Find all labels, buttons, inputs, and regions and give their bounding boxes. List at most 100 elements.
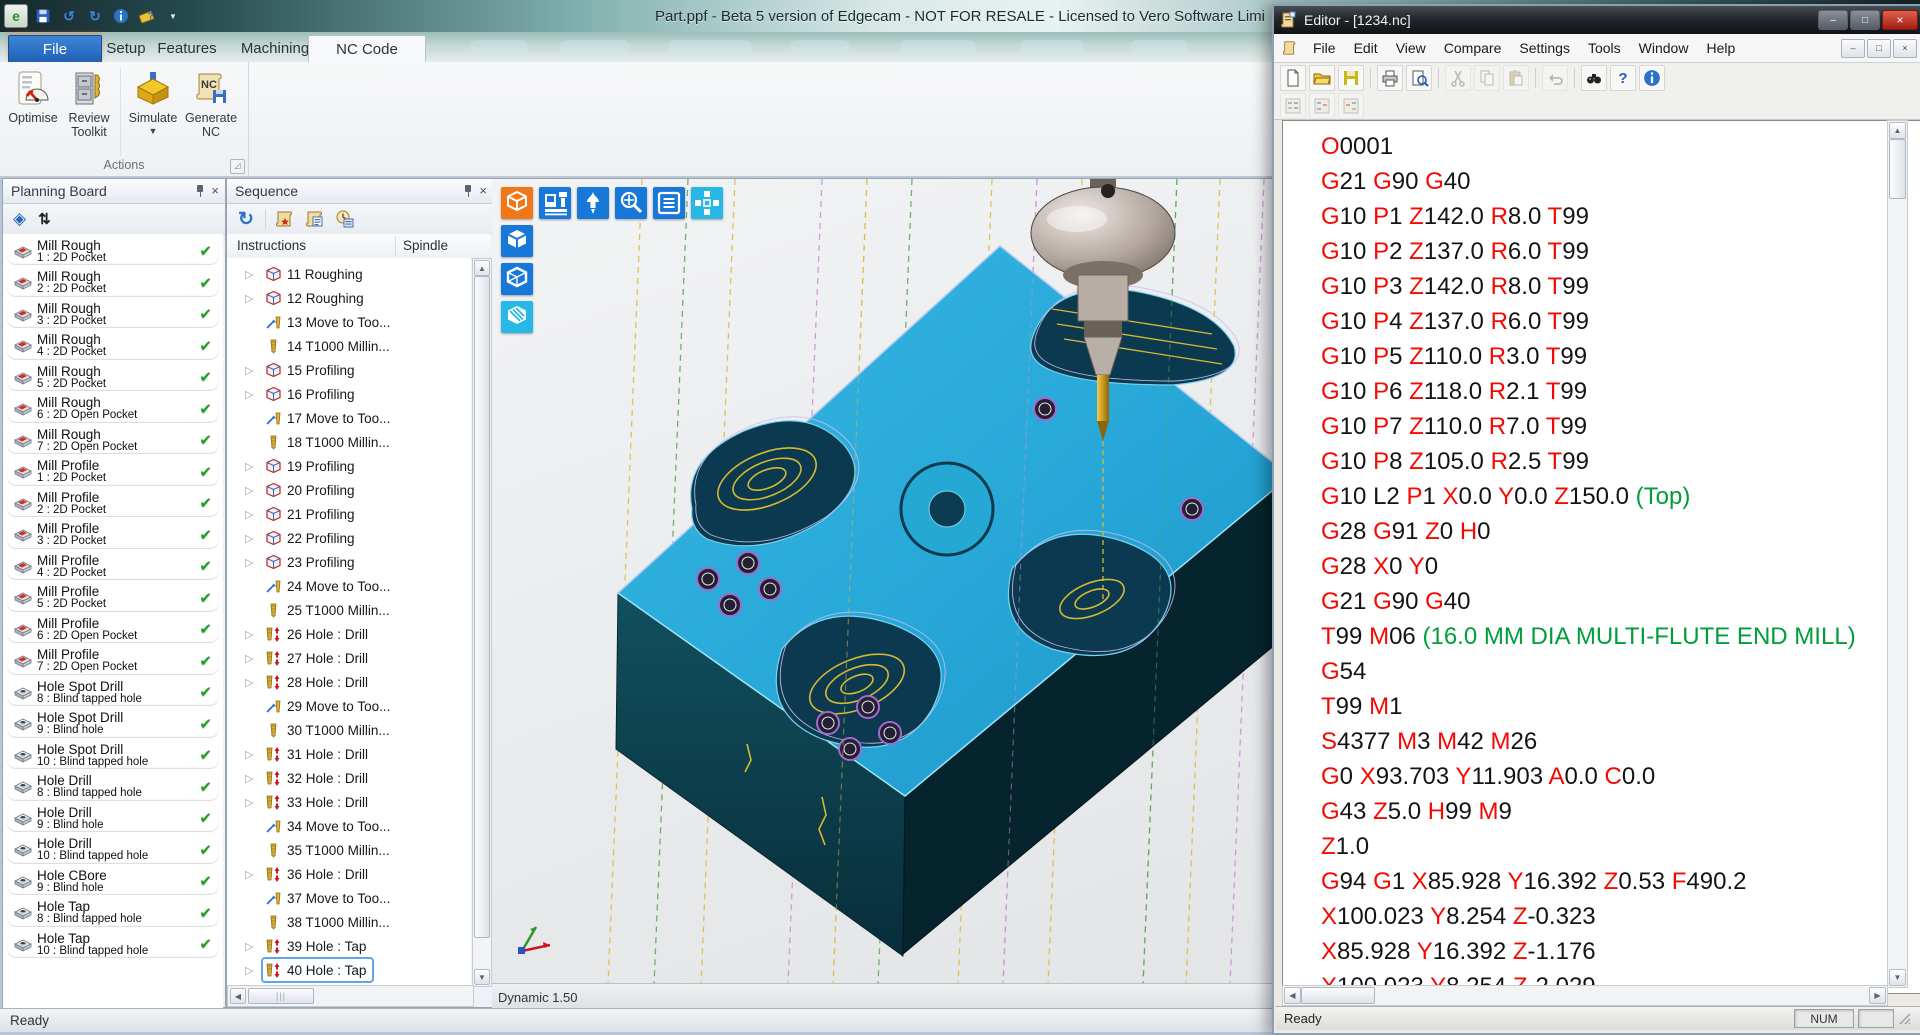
expand-icon[interactable]: ▷ [245,388,261,401]
sequence-item[interactable]: ▷ 30 T1000 Millin... [227,718,471,742]
close-icon[interactable]: × [1882,10,1918,30]
sequence-item[interactable]: ▷ 24 Move to Too... [227,574,471,598]
pin-icon[interactable] [195,185,205,197]
mdi-close-icon[interactable]: × [1893,39,1917,58]
generate-nc-button[interactable]: NC Generate NC [184,66,238,154]
close-icon[interactable]: × [479,185,487,197]
operation-item[interactable]: Mill Rough 6 : 2D Open Pocket ✔ [7,395,219,423]
edgecam-logo-icon[interactable]: e [4,4,28,28]
operation-item[interactable]: Mill Rough 3 : 2D Pocket ✔ [7,300,219,328]
expand-icon[interactable]: ▷ [245,628,261,641]
scroll-thumb[interactable] [1301,987,1375,1004]
sequence-item[interactable]: ▷ 28 Hole : Drill [227,670,471,694]
menu-item[interactable]: Window [1630,37,1698,59]
cnc-setup-icon[interactable] [274,208,296,230]
sequence-item[interactable]: ▷ 21 Profiling [227,502,471,526]
expand-icon[interactable]: ▷ [245,868,261,881]
open-file-icon[interactable] [1309,65,1335,91]
menu-item[interactable]: File [1304,37,1345,59]
operation-item[interactable]: Mill Profile 1 : 2D Pocket ✔ [7,458,219,486]
expand-icon[interactable]: ▷ [245,652,261,665]
sequence-item[interactable]: ▷ 37 Move to Too... [227,886,471,910]
mdi-restore-icon[interactable]: □ [1867,39,1891,58]
simulate-button[interactable]: Simulate ▼ [126,66,180,154]
operation-item[interactable]: Hole Tap 8 : Blind tapped hole ✔ [7,899,219,927]
machine-simulation-icon[interactable] [539,187,571,219]
operation-item[interactable]: Mill Rough 2 : 2D Pocket ✔ [7,269,219,297]
expand-icon[interactable]: ▷ [245,460,261,473]
sequence-item[interactable]: ▷ 11 Roughing [227,262,471,286]
scroll-down-icon[interactable]: ▼ [1889,969,1906,986]
expand-icon[interactable]: ▷ [245,292,261,305]
review-toolkit-button[interactable]: Review Toolkit [62,66,116,154]
sequence-item[interactable]: ▷ 17 Move to Too... [227,406,471,430]
print-icon[interactable] [1377,65,1403,91]
scroll-right-icon[interactable]: ▶ [1869,987,1886,1004]
operation-item[interactable]: Mill Rough 7 : 2D Open Pocket ✔ [7,426,219,454]
expand-icon[interactable]: ▷ [245,964,261,977]
expand-icon[interactable]: ▷ [245,508,261,521]
expand-icon[interactable]: ▷ [245,364,261,377]
sequence-item[interactable]: ▷ 29 Move to Too... [227,694,471,718]
scroll-thumb[interactable]: ||| [248,988,314,1004]
measure-help-icon[interactable]: ? [136,5,158,27]
compare-files-icon[interactable] [1280,93,1306,119]
maximize-icon[interactable]: □ [1850,10,1880,30]
sequence-item[interactable]: ▷ 35 T1000 Millin... [227,838,471,862]
sequence-item[interactable]: ▷ 15 Profiling [227,358,471,382]
graphics-viewport[interactable]: Dynamic 1.50 [492,178,1273,1009]
column-spindle[interactable]: Spindle [403,238,448,253]
expand-icon[interactable]: ▷ [245,940,261,953]
code-listing-icon[interactable] [304,208,326,230]
operation-item[interactable]: Hole Spot Drill 8 : Blind tapped hole ✔ [7,678,219,706]
scroll-left-icon[interactable]: ◀ [230,988,246,1004]
simulate-dropdown-icon[interactable]: ▼ [149,126,158,136]
expand-icon[interactable]: ▷ [245,772,261,785]
copy-icon[interactable] [1474,65,1500,91]
nc-code-area[interactable]: O0001G21 G90 G40G10 P1 Z142.0 R8.0 T99G1… [1282,120,1920,994]
operation-item[interactable]: Mill Profile 6 : 2D Open Pocket ✔ [7,615,219,643]
menu-item[interactable]: Tools [1579,37,1630,59]
wireframe-view-icon[interactable] [501,263,533,295]
operation-item[interactable]: Mill Profile 4 : 2D Pocket ✔ [7,552,219,580]
sequence-item[interactable]: ▷ 27 Hole : Drill [227,646,471,670]
minimize-icon[interactable]: – [1818,10,1848,30]
sequence-item[interactable]: ▷ 19 Profiling [227,454,471,478]
sequence-item[interactable]: ▷ 13 Move to Too... [227,310,471,334]
sequence-item[interactable]: ▷ 23 Profiling [227,550,471,574]
compare-prev-icon[interactable] [1338,93,1364,119]
editor-title-bar[interactable]: Editor - [1234.nc] – □ × [1274,6,1920,34]
operation-item[interactable]: Hole Drill 8 : Blind tapped hole ✔ [7,773,219,801]
sequence-item[interactable]: ▷ 22 Profiling [227,526,471,550]
sequence-item[interactable]: ▷ 40 Hole : Tap [227,958,471,982]
expand-icon[interactable]: ▷ [245,532,261,545]
actions-dialog-launcher-icon[interactable]: ◿ [230,159,245,174]
sequence-item[interactable]: ▷ 33 Hole : Drill [227,790,471,814]
help-icon[interactable]: ? [1610,65,1636,91]
menu-item[interactable]: View [1387,37,1435,59]
sequence-item[interactable]: ▷ 12 Roughing [227,286,471,310]
scroll-thumb[interactable] [1889,139,1906,199]
operation-item[interactable]: Mill Profile 7 : 2D Open Pocket ✔ [7,647,219,675]
shaded-view-icon[interactable] [501,187,533,219]
pin-icon[interactable] [463,185,473,197]
sequence-vscrollbar[interactable]: ▲ ▼ [472,258,492,987]
info-icon[interactable] [110,5,132,27]
operation-item[interactable]: Mill Rough 1 : 2D Pocket ✔ [7,237,219,265]
sequence-item[interactable]: ▷ 26 Hole : Drill [227,622,471,646]
expand-icon[interactable]: ▷ [245,484,261,497]
operation-item[interactable]: Hole Spot Drill 10 : Blind tapped hole ✔ [7,741,219,769]
editor-vscrollbar[interactable]: ▲ ▼ [1887,120,1908,988]
operation-item[interactable]: Hole Spot Drill 9 : Blind hole ✔ [7,710,219,738]
sequence-hscrollbar[interactable]: ◀ ||| [227,985,474,1007]
close-icon[interactable]: × [211,185,219,197]
scroll-up-icon[interactable]: ▲ [474,260,490,276]
sequence-item[interactable]: ▷ 25 T1000 Millin... [227,598,471,622]
feature-grid-icon[interactable] [691,187,723,219]
menu-item[interactable]: Edit [1345,37,1387,59]
find-icon[interactable] [1581,65,1607,91]
compare-next-icon[interactable] [1309,93,1335,119]
scroll-thumb[interactable] [474,276,490,938]
sequence-item[interactable]: ▷ 39 Hole : Tap [227,934,471,958]
print-preview-icon[interactable] [1406,65,1432,91]
